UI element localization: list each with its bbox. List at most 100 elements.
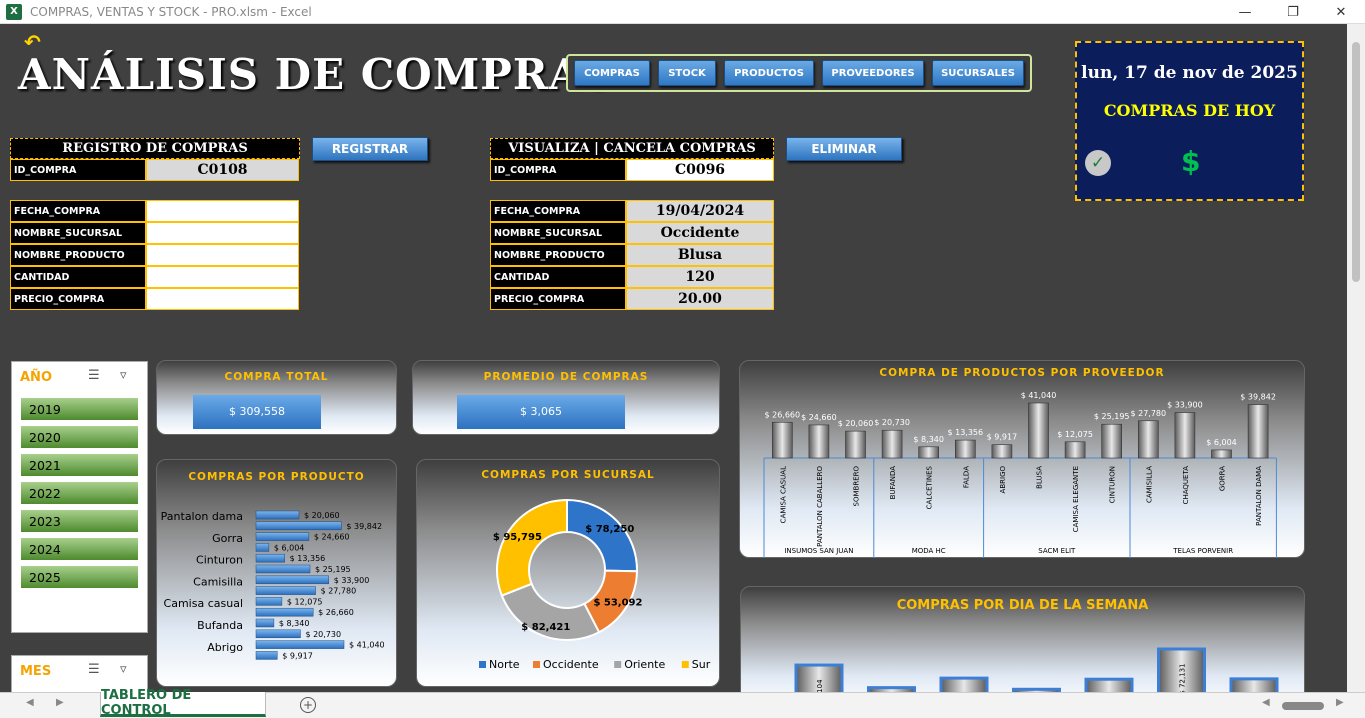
proveedor-group-label: INSUMOS SAN JUAN (784, 547, 853, 555)
eliminar-button[interactable]: ELIMINAR (786, 137, 902, 161)
sucursal-data-label: $ 53,092 (593, 598, 642, 609)
close-button[interactable]: ✕ (1317, 0, 1365, 24)
producto-bar (255, 510, 300, 520)
proveedor-tick-label: CAMISA ELEGANTE (1072, 466, 1080, 532)
kpi-total-card: COMPRA TOTAL $ 309,558 (156, 360, 397, 435)
producto-bar (255, 521, 342, 531)
proveedor-bar (1174, 412, 1196, 459)
year-item-2019[interactable]: 2019 (21, 398, 138, 420)
year-item-2022[interactable]: 2022 (21, 482, 138, 504)
dia-bar (939, 676, 989, 692)
multi-select-icon[interactable]: ☰ (88, 368, 100, 383)
proveedor-data-label: $ 41,040 (1021, 391, 1057, 400)
producto-bar-label: $ 12,075 (287, 597, 323, 606)
year-item-2024[interactable]: 2024 (21, 538, 138, 560)
visualiza-sucursal-label: NOMBRE_SUCURSAL (490, 222, 626, 244)
producto-tick-label: Camisa casual (164, 597, 243, 610)
nav-bar: COMPRAS STOCK PRODUCTOS PROVEEDORES SUCU… (566, 54, 1032, 92)
year-item-2023[interactable]: 2023 (21, 510, 138, 532)
registro-id-field[interactable]: C0108 (146, 159, 299, 181)
proveedor-bar (1137, 420, 1159, 459)
producto-bar (255, 532, 310, 541)
registro-producto-label: NOMBRE_PRODUCTO (10, 244, 146, 266)
proveedor-tick-label: FALDA (962, 466, 970, 488)
producto-bar-label: $ 25,195 (315, 565, 351, 574)
proveedor-tick-label: PANTALON CABALLERO (816, 466, 824, 547)
kpi-promedio-card: PROMEDIO DE COMPRAS $ 3,065 (412, 360, 720, 435)
proveedor-bar (1101, 423, 1123, 459)
add-sheet-icon[interactable]: + (300, 697, 316, 713)
dia-data-label: $ 72,131 (1179, 663, 1187, 692)
producto-bar-label: $ 33,900 (334, 576, 370, 585)
nav-sucursales-button[interactable]: SUCURSALES (932, 60, 1024, 86)
dia-bar (1229, 677, 1279, 692)
registro-sucursal-input[interactable] (146, 222, 299, 244)
producto-bar (255, 651, 278, 660)
vertical-scrollbar[interactable] (1347, 24, 1365, 692)
proveedor-group-label: TELAS PORVENIR (1172, 547, 1233, 555)
proveedor-data-label: $ 33,900 (1167, 401, 1203, 410)
clear-filter-icon[interactable]: ▿ (120, 662, 127, 677)
kpi-total-text: $ 309,558 (229, 405, 285, 418)
scroll-left-icon[interactable]: ◀ (1262, 697, 1270, 708)
next-sheet-icon[interactable]: ▶ (56, 697, 64, 708)
producto-chart: $ 20,060 $ 39,842 $ 24,660 $ 6,004 $ 13,356 $… (161, 510, 385, 660)
producto-bar-label: $ 9,917 (282, 651, 313, 660)
nav-productos-button[interactable]: PRODUCTOS (724, 60, 814, 86)
multi-select-icon[interactable]: ☰ (88, 662, 100, 677)
proveedor-tick-label: CALCETINES (926, 465, 934, 509)
producto-bar-label: $ 20,730 (305, 630, 341, 639)
visualiza-fecha-label: FECHA_COMPRA (490, 200, 626, 222)
nav-compras-button[interactable]: COMPRAS (574, 60, 650, 86)
sucursal-slice (496, 498, 568, 597)
registro-producto-input[interactable] (146, 244, 299, 266)
producto-tick-label: Camisilla (193, 575, 243, 588)
nav-stock-button[interactable]: STOCK (658, 60, 716, 86)
month-slicer: MES ☰ ▿ (11, 655, 148, 692)
restore-button[interactable]: ❐ (1269, 0, 1317, 24)
proveedor-bar (771, 421, 793, 459)
proveedor-tick-label: SOMBRERO (853, 466, 861, 507)
visualiza-cantidad-value: 120 (626, 266, 774, 288)
year-item-2021[interactable]: 2021 (21, 454, 138, 476)
nav-proveedores-button[interactable]: PROVEEDORES (822, 60, 924, 86)
proveedor-data-label: $ 26,660 (764, 410, 800, 419)
year-item-2025[interactable]: 2025 (21, 566, 138, 588)
proveedor-tick-label: CINTURON (1109, 466, 1117, 503)
producto-bar (255, 575, 329, 585)
sucursal-legend-label: Sur (692, 658, 711, 671)
producto-tick-label: Abrigo (207, 641, 243, 654)
producto-tick-label: Bufanda (197, 619, 243, 632)
scroll-thumb[interactable] (1352, 42, 1360, 282)
month-slicer-title: MES (20, 663, 52, 679)
visualiza-id-field[interactable]: C0096 (626, 159, 774, 181)
sheet-tab-tablero[interactable]: TABLERO DE CONTROL (100, 688, 266, 718)
producto-bar (255, 543, 270, 552)
registro-fecha-input[interactable] (146, 200, 299, 222)
producto-bar (255, 564, 311, 574)
proveedor-tick-label: ABRIGO (999, 466, 1007, 494)
prev-sheet-icon[interactable]: ◀ (26, 697, 34, 708)
proveedor-bar (1211, 449, 1232, 459)
proveedor-data-label: $ 39,842 (1240, 393, 1276, 402)
sucursal-legend-swatch (533, 661, 540, 668)
registrar-button[interactable]: REGISTRAR (312, 137, 428, 161)
kpi-total-title: COMPRA TOTAL (224, 371, 329, 383)
producto-bar (255, 553, 285, 563)
today-label: COMPRAS DE HOY (1103, 101, 1276, 120)
excel-logo-icon: X (6, 3, 22, 20)
registro-precio-label: PRECIO_COMPRA (10, 288, 146, 310)
scroll-right-icon[interactable]: ▶ (1336, 697, 1344, 708)
proveedor-data-label: $ 20,730 (874, 418, 910, 427)
visualiza-precio-value: 20.00 (626, 288, 774, 310)
year-item-2020[interactable]: 2020 (21, 426, 138, 448)
registro-precio-input[interactable] (146, 288, 299, 310)
producto-bar (255, 640, 345, 649)
clear-filter-icon[interactable]: ▿ (120, 368, 127, 383)
minimize-button[interactable]: — (1221, 0, 1269, 24)
horizontal-scroll-thumb[interactable] (1282, 702, 1324, 710)
producto-bar-label: $ 41,040 (349, 641, 385, 650)
registro-cantidad-input[interactable] (146, 266, 299, 288)
sucursal-legend-swatch (681, 661, 689, 668)
proveedor-bar (1247, 404, 1269, 459)
